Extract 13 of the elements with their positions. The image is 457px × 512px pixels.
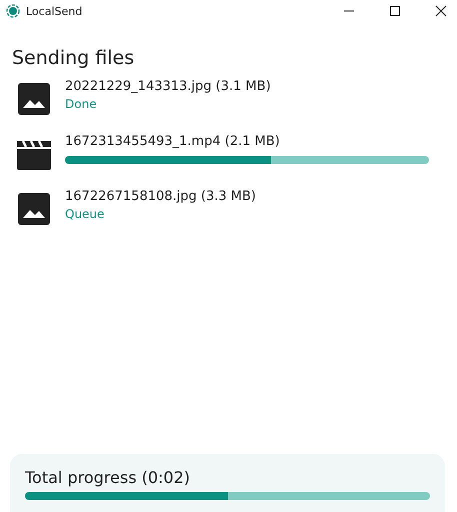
file-name: 1672313455493_1.mp4 (2.1 MB) bbox=[65, 134, 281, 149]
app-logo-icon bbox=[6, 4, 20, 18]
close-icon[interactable] bbox=[435, 5, 447, 17]
image-icon bbox=[16, 81, 52, 117]
file-status: Done bbox=[65, 97, 98, 111]
maximize-icon[interactable] bbox=[389, 5, 401, 17]
image-icon bbox=[16, 191, 52, 227]
page-heading: Sending files bbox=[11, 46, 136, 69]
window-title: LocalSend bbox=[26, 4, 82, 18]
file-status: Queue bbox=[65, 207, 106, 221]
total-progress-label: Total progress (0:02) bbox=[25, 468, 192, 487]
file-name: 1672267158108.jpg (3.3 MB) bbox=[65, 189, 257, 204]
file-name: 20221229_143313.jpg (3.1 MB) bbox=[65, 79, 272, 94]
